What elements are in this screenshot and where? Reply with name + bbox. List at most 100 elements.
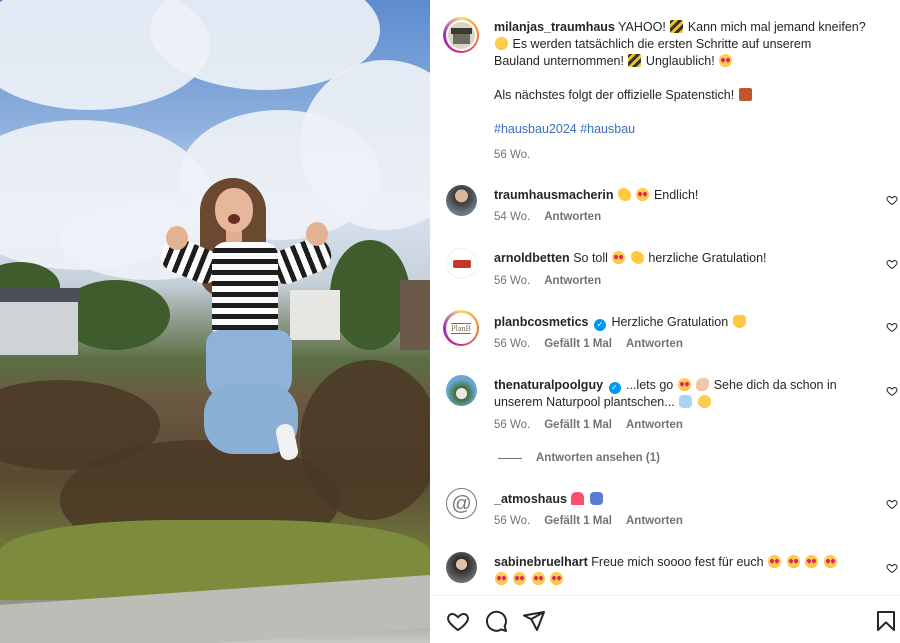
heart-eyes-emoji-icon: [550, 572, 564, 585]
caption-text: YAHOO!: [618, 20, 666, 34]
comment-icon[interactable]: [484, 609, 508, 633]
comments-panel: milanjas_traumhaus YAHOO! Kann mich mal …: [430, 0, 900, 643]
comment-time[interactable]: 56 Wo.: [494, 275, 530, 287]
clap-emoji-icon: [617, 188, 631, 201]
caption-text: Als nächstes folgt der offizielle Spaten…: [494, 88, 735, 102]
bookmark-icon[interactable]: [874, 609, 898, 633]
comment-time[interactable]: 56 Wo.: [494, 419, 530, 431]
blush-emoji-icon: [495, 37, 508, 50]
author-username[interactable]: milanjas_traumhaus: [494, 20, 615, 34]
heart-icon[interactable]: [886, 562, 898, 574]
planb-logo-icon: PlanB: [451, 322, 471, 334]
house-roof: [0, 288, 80, 302]
commenter-username[interactable]: traumhausmacherin: [494, 188, 613, 202]
heart-icon[interactable]: [886, 385, 898, 397]
replies-divider: [498, 458, 522, 459]
arnold-logo-icon: [452, 259, 471, 268]
tree: [330, 240, 410, 350]
likes-count[interactable]: Gefällt 1 Mal: [544, 515, 612, 527]
heart-icon[interactable]: [886, 321, 898, 333]
heart-eyes-emoji-icon: [786, 555, 800, 568]
comment-text: _atmoshaus: [494, 491, 886, 508]
commenter-avatar[interactable]: [446, 185, 477, 216]
commenter-username[interactable]: planbcosmetics: [494, 315, 588, 329]
likes-count[interactable]: Gefällt 1 Mal: [544, 338, 612, 350]
commenter-username[interactable]: _atmoshaus: [494, 492, 567, 506]
post-time[interactable]: 56 Wo.: [494, 149, 530, 161]
view-replies-button[interactable]: Antworten ansehen (1): [536, 452, 660, 464]
reply-button[interactable]: Antworten: [626, 338, 683, 350]
share-icon[interactable]: [522, 609, 546, 633]
heart-eyes-emoji-icon: [513, 572, 527, 585]
heart-eyes-emoji-icon: [719, 54, 733, 67]
heart-icon[interactable]: [886, 194, 898, 206]
comment-meta: 56 Wo. Gefällt 1 Mal Antworten: [494, 515, 683, 527]
commenter-avatar[interactable]: [446, 552, 477, 583]
comment-time[interactable]: 56 Wo.: [494, 515, 530, 527]
reply-button[interactable]: Antworten: [626, 419, 683, 431]
comment-time[interactable]: 56 Wo.: [494, 338, 530, 350]
heart-icon[interactable]: [886, 498, 898, 510]
person-face: [215, 188, 253, 232]
clap-emoji-icon: [630, 251, 644, 264]
dancer-emoji-icon: [571, 492, 585, 505]
flexed-biceps-emoji-icon: [696, 378, 710, 391]
comment-body: ...lets go: [626, 378, 674, 392]
comment-time[interactable]: 54 Wo.: [494, 211, 530, 223]
comment-text: planbcosmetics ✓ Herzliche Gratulation: [494, 314, 886, 331]
bathtub-emoji-icon: [679, 395, 693, 408]
caption-text: Es werden tatsächlich die ersten Schritt…: [512, 37, 812, 51]
person-mouth: [228, 214, 240, 224]
comment-meta: 56 Wo. Gefällt 1 Mal Antworten: [494, 419, 683, 431]
heart-eyes-emoji-icon: [612, 251, 626, 264]
comment-text: sabinebruelhart Freue mich soooo fest fü…: [494, 554, 886, 588]
comment-body: Endlich!: [653, 188, 699, 202]
author-avatar[interactable]: [443, 17, 479, 53]
post-photo[interactable]: [0, 0, 430, 643]
comment-text: arnoldbetten So toll herzliche Gratulati…: [494, 250, 886, 267]
reply-button[interactable]: Antworten: [544, 211, 601, 223]
reply-button[interactable]: Antworten: [626, 515, 683, 527]
comment-meta: 54 Wo. Antworten: [494, 211, 601, 223]
commenter-username[interactable]: arnoldbetten: [494, 251, 570, 265]
reply-button[interactable]: Antworten: [544, 275, 601, 287]
comment-text: thenaturalpoolguy ✓ ...lets go Sehe dich…: [494, 377, 886, 411]
hashtags-link[interactable]: #hausbau2024 #hausbau: [494, 122, 635, 136]
post-meta: 56 Wo.: [494, 149, 530, 161]
heart-eyes-emoji-icon: [805, 555, 819, 568]
raised-hands-emoji-icon: [732, 315, 746, 328]
comment-body: unserem Naturpool plantschen...: [494, 395, 675, 409]
person-photo-icon: [446, 185, 477, 216]
caption-text: Kann mich mal jemand kneifen?: [687, 20, 866, 34]
commenter-avatar[interactable]: PlanB: [443, 310, 479, 346]
commenter-avatar[interactable]: [446, 375, 477, 406]
house: [400, 280, 430, 350]
heart-icon[interactable]: [446, 609, 470, 633]
person-fist: [166, 226, 188, 250]
person-running-emoji-icon: [589, 492, 603, 505]
commenter-username[interactable]: thenaturalpoolguy: [494, 378, 603, 392]
construction-emoji-icon: [670, 20, 684, 33]
commenter-username[interactable]: sabinebruelhart: [494, 555, 588, 569]
pool-logo-icon: [446, 375, 477, 406]
verified-badge-icon: ✓: [593, 319, 606, 331]
view-replies-label[interactable]: Antworten ansehen (1): [536, 452, 660, 464]
caption-text: Bauland unternommen!: [494, 54, 624, 68]
comment-meta: 56 Wo. Gefällt 1 Mal Antworten: [494, 338, 683, 350]
heart-eyes-emoji-icon: [677, 378, 691, 391]
commenter-avatar[interactable]: [446, 248, 477, 279]
heart-icon[interactable]: [886, 258, 898, 270]
comment-body: Herzliche Gratulation: [611, 315, 729, 329]
house: [290, 290, 340, 340]
likes-count[interactable]: Gefällt 1 Mal: [544, 419, 612, 431]
heart-eyes-emoji-icon: [495, 572, 508, 585]
house-logo-icon: [447, 21, 475, 49]
post-caption: milanjas_traumhaus YAHOO! Kann mich mal …: [494, 19, 886, 138]
heart-eyes-emoji-icon: [636, 188, 650, 201]
brick-emoji-icon: [738, 88, 752, 101]
construction-emoji-icon: [628, 54, 642, 67]
commenter-avatar[interactable]: @: [446, 488, 477, 519]
soil-mound: [300, 360, 430, 520]
heart-eyes-emoji-icon: [823, 555, 837, 568]
person-striped-shirt: [212, 242, 278, 334]
